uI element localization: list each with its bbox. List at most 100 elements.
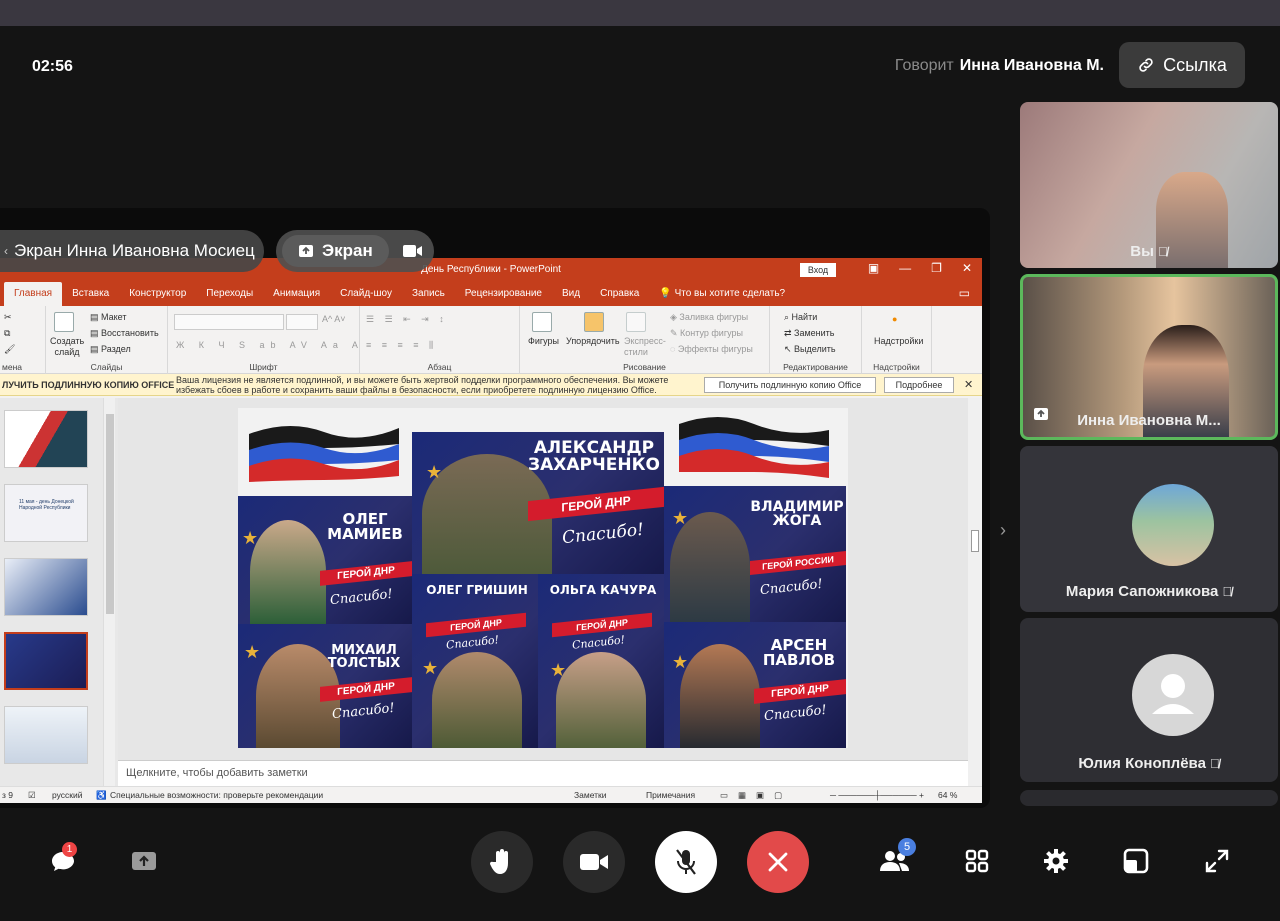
shape-effects-button[interactable]: ◌ Эффекты фигуры: [670, 344, 753, 354]
arrange-button[interactable]: Упорядочить: [566, 336, 620, 346]
end-call-button[interactable]: [747, 831, 809, 893]
tab-review[interactable]: Рецензирование: [455, 288, 552, 306]
participants-button[interactable]: 5: [878, 838, 916, 876]
accessibility-status[interactable]: Специальные возможности: проверьте реком…: [110, 790, 323, 800]
tab-record[interactable]: Запись: [402, 288, 455, 306]
comments-icon[interactable]: ▭: [959, 286, 970, 300]
pip-button[interactable]: [1120, 846, 1152, 876]
participant-label: Юлия Коноплёва 🎙̸: [1020, 755, 1278, 772]
find-label: Найти: [791, 312, 818, 322]
align-icons[interactable]: ≡ ≡ ≡ ≡ ⫼: [366, 340, 437, 351]
restore-button[interactable]: ▤ Восстановить: [90, 328, 159, 339]
hero-star-icon: ★: [550, 660, 567, 680]
more-info-button[interactable]: Подробнее: [884, 377, 954, 393]
participant-tile[interactable]: Мария Сапожникова 🎙̸: [1020, 446, 1278, 612]
tab-home[interactable]: Главная: [4, 282, 63, 306]
tab-design[interactable]: Конструктор: [119, 288, 196, 306]
addins-button[interactable]: Надстройки: [874, 336, 923, 346]
notes-pane[interactable]: Щелкните, чтобы добавить заметки: [118, 760, 968, 786]
participant-tile[interactable]: Юлия Коноплёва 🎙̸: [1020, 618, 1278, 782]
slide-thumbnail[interactable]: [4, 558, 88, 616]
settings-button[interactable]: [1040, 846, 1072, 876]
express-styles-button[interactable]: Экспресс-стили: [624, 336, 666, 358]
window-controls: ▣ — ❐ ✕: [868, 261, 972, 275]
participant-tile-self[interactable]: Вы 🎙̸: [1020, 102, 1278, 268]
cut-icon[interactable]: ✂: [4, 312, 12, 323]
list-icons[interactable]: ☰ ☰ ⇤ ⇥ ↕: [366, 314, 448, 325]
shapes-button[interactable]: Фигуры: [528, 336, 559, 346]
hero-name: ОЛЕГ ГРИШИН: [426, 583, 528, 597]
screen-owner-pill: ‹ Экран Инна Ивановна Мосиец: [0, 230, 264, 272]
layout-icon: ▤: [90, 312, 102, 322]
close-warning-icon[interactable]: ✕: [964, 378, 973, 391]
replace-button[interactable]: ⇄ Заменить: [784, 328, 835, 339]
slide-thumbnail-selected[interactable]: [4, 632, 88, 690]
screen-tab[interactable]: Экран: [282, 235, 389, 267]
participant-tile-speaker[interactable]: Инна Ивановна М...: [1020, 274, 1278, 440]
copy-link-button[interactable]: Ссылка: [1119, 42, 1245, 88]
layout-button[interactable]: ▤ Макет: [90, 312, 127, 323]
tab-animations[interactable]: Анимация: [263, 288, 330, 306]
expand-icon: [1205, 849, 1229, 873]
ppt-login-button[interactable]: Вход: [800, 263, 836, 277]
tell-me-search[interactable]: 💡 Что вы хотите сделать?: [649, 288, 795, 306]
minimize-icon[interactable]: —: [899, 261, 911, 275]
view-mode-icons[interactable]: ▭▦▣▢: [720, 790, 792, 801]
slide: ★ АЛЕКСАНДР ЗАХАРЧЕНКО ГЕРОЙ ДНР Спасибо…: [238, 408, 848, 748]
section-icon: ▤: [90, 344, 102, 354]
slide-scroll-thumb[interactable]: [971, 530, 979, 552]
slide-scrollbar[interactable]: [968, 398, 982, 786]
font-size-field[interactable]: [286, 314, 318, 330]
find-button[interactable]: ⌕ Найти: [784, 312, 817, 323]
participant-name: Юлия Коноплёва: [1078, 755, 1206, 772]
tab-view[interactable]: Вид: [552, 288, 590, 306]
thumbnails-scroll-thumb[interactable]: [106, 414, 114, 614]
chat-button[interactable]: 1: [48, 842, 78, 876]
select-button[interactable]: ↖ Выделить: [784, 344, 836, 355]
format-painter-icon[interactable]: 🖌: [4, 344, 15, 355]
hero-name: МИХАИЛ ТОЛСТЫХ: [327, 643, 401, 671]
camera-tab-icon[interactable]: [402, 244, 423, 258]
slide-thumbnail[interactable]: [4, 706, 88, 764]
chevron-right-icon[interactable]: ›: [1000, 520, 1006, 541]
tab-insert[interactable]: Вставка: [62, 288, 119, 306]
fullscreen-button[interactable]: [1202, 846, 1232, 876]
layout-grid-button[interactable]: [962, 848, 992, 874]
ribbon-display-icon[interactable]: ▣: [868, 261, 879, 275]
zoom-slider[interactable]: ─ ──────┼────── +: [830, 790, 924, 800]
shape-fill-button[interactable]: ◈ Заливка фигуры: [670, 312, 748, 323]
shape-outline-button[interactable]: ✎ Контур фигуры: [670, 328, 743, 339]
notes-toggle[interactable]: Заметки: [574, 790, 607, 800]
spellcheck-icon[interactable]: ☑: [28, 790, 36, 801]
create-slide-button[interactable]: Создать слайд: [50, 336, 84, 358]
microphone-button[interactable]: [655, 831, 717, 893]
thumbnails-scrollbar[interactable]: [103, 398, 115, 786]
close-icon[interactable]: ✕: [962, 261, 972, 275]
get-genuine-office-button[interactable]: Получить подлинную копию Office: [704, 377, 876, 393]
clipboard-group: ✂ ⧉ 🖌 мена: [0, 306, 46, 374]
slide-thumbnail[interactable]: [4, 410, 88, 468]
font-name-field[interactable]: [174, 314, 284, 330]
camera-button[interactable]: [563, 831, 625, 893]
speaking-label: Говорит: [894, 57, 954, 74]
editing-group: ⌕ Найти ⇄ Заменить ↖ Выделить Редактиров…: [770, 306, 862, 374]
tab-help[interactable]: Справка: [590, 288, 649, 306]
tab-slideshow[interactable]: Слайд-шоу: [330, 288, 402, 306]
language-indicator[interactable]: русский: [52, 790, 83, 800]
tell-me-label: Что вы хотите сделать?: [674, 288, 786, 299]
share-screen-button[interactable]: [130, 848, 158, 874]
copy-icon[interactable]: ⧉: [4, 328, 10, 339]
raise-hand-button[interactable]: [471, 831, 533, 893]
section-button[interactable]: ▤ Раздел: [90, 344, 131, 355]
new-slide-icon[interactable]: [54, 312, 74, 334]
comments-toggle[interactable]: Примечания: [646, 790, 695, 800]
shape-fill-label: Заливка фигуры: [679, 312, 749, 322]
zoom-level[interactable]: 64 %: [938, 790, 957, 800]
slide-thumbnail[interactable]: 11 мая - день Донецкой Народной Республи…: [4, 484, 88, 542]
restore-icon[interactable]: ❐: [931, 261, 942, 275]
tab-transitions[interactable]: Переходы: [196, 288, 263, 306]
call-header: 02:56 Говорит Инна Ивановна М. Ссылка: [0, 26, 1280, 104]
chevron-left-icon[interactable]: ‹: [4, 244, 8, 258]
font-grow-icon[interactable]: A^ A˅: [322, 314, 346, 324]
font-format-icons[interactable]: Ж К Ч S ab AV Aa A: [176, 340, 364, 350]
